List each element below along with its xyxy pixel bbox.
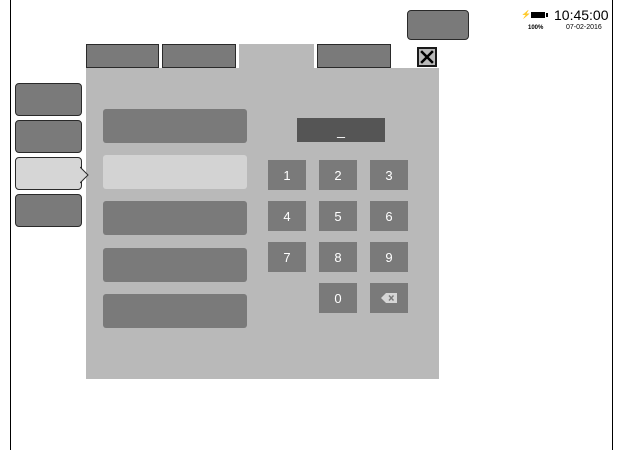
keypad-display: _ (297, 118, 385, 142)
key-1[interactable]: 1 (268, 160, 306, 190)
tab-3-active[interactable] (239, 44, 314, 70)
side-button-4[interactable] (15, 194, 82, 227)
backspace-icon (381, 293, 397, 303)
list-row-4[interactable] (103, 248, 247, 282)
list-row-2-selected[interactable] (103, 155, 247, 189)
side-button-3-selected[interactable] (15, 157, 82, 190)
clock-date: 07-02-2016 (566, 24, 602, 31)
selection-pointer-icon (80, 166, 89, 184)
frame-right-border (612, 0, 613, 450)
key-4[interactable]: 4 (268, 201, 306, 231)
side-button-1[interactable] (15, 83, 82, 116)
battery-icon (531, 12, 548, 18)
list-row-5[interactable] (103, 294, 247, 328)
clock-time: 10:45:00 (554, 7, 609, 23)
tab-1[interactable] (86, 44, 159, 68)
key-0[interactable]: 0 (319, 283, 357, 313)
key-5[interactable]: 5 (319, 201, 357, 231)
frame-left-border (10, 0, 11, 450)
list-row-1[interactable] (103, 109, 247, 143)
plug-icon: ⚡ (521, 10, 531, 19)
side-button-2[interactable] (15, 120, 82, 153)
battery-percent: 100% (528, 25, 544, 31)
key-9[interactable]: 9 (370, 242, 408, 272)
status-bar: ⚡ 100% 10:45:00 07-02-2016 (518, 8, 610, 36)
top-button[interactable] (407, 10, 469, 40)
key-7[interactable]: 7 (268, 242, 306, 272)
tab-4[interactable] (317, 44, 391, 68)
close-icon (420, 50, 434, 64)
key-3[interactable]: 3 (370, 160, 408, 190)
backspace-key[interactable] (370, 283, 408, 313)
key-8[interactable]: 8 (319, 242, 357, 272)
key-2[interactable]: 2 (319, 160, 357, 190)
key-6[interactable]: 6 (370, 201, 408, 231)
close-button[interactable] (417, 47, 437, 67)
list-row-3[interactable] (103, 201, 247, 235)
tab-2[interactable] (162, 44, 236, 68)
